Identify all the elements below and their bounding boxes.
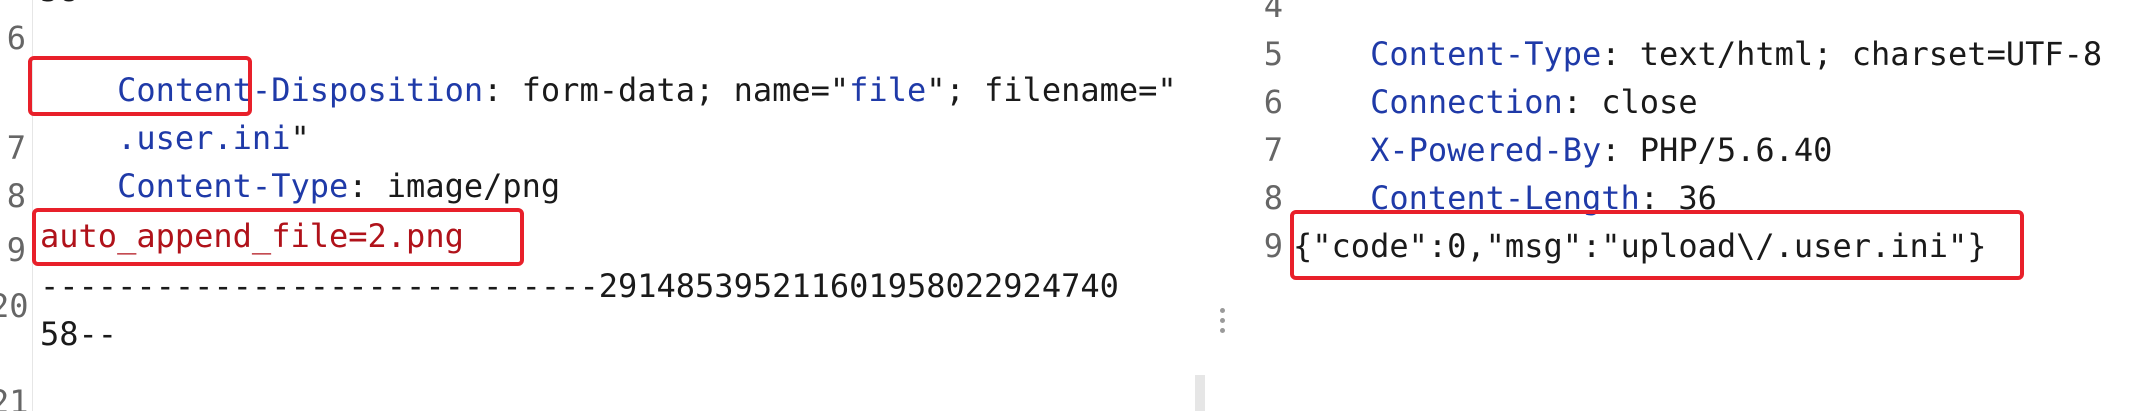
- request-editor-pane[interactable]: 6 7 8 9 20 21 58 Content-Disposition: fo…: [0, 0, 1205, 411]
- line-number-5: 5: [1263, 35, 1283, 73]
- field-name-value: file: [849, 71, 927, 109]
- line-number-8: 8: [1263, 179, 1283, 217]
- code-line-boundary: -----------------------------29148539521…: [40, 267, 1119, 305]
- line-number-7: 7: [1263, 131, 1283, 169]
- header-key: Content-Type: [117, 167, 349, 205]
- line-number-6: 6: [1263, 83, 1283, 121]
- code-line-partial: 58: [40, 0, 79, 14]
- filename-highlight-box: [28, 56, 252, 116]
- header-text: : form-data; name=": [483, 71, 850, 109]
- header-text: "; filename=": [926, 71, 1177, 109]
- splitter-grip-dot: [1220, 308, 1225, 313]
- line-number-9: 9: [6, 231, 26, 269]
- line-number-9: 9: [1263, 227, 1283, 265]
- splitter-grip-dot: [1220, 328, 1225, 333]
- splitter-grip-dot: [1220, 318, 1225, 323]
- pane-splitter[interactable]: [1205, 0, 1250, 411]
- line-number-20: 20: [0, 287, 29, 325]
- line-number-4: 4: [1263, 0, 1283, 25]
- response-viewer-pane[interactable]: 4 5 6 7 8 9 Content-Type: text/html; cha…: [1250, 0, 2148, 411]
- scrollbar-thumb[interactable]: [1195, 375, 1205, 411]
- header-value: : image/png: [348, 167, 561, 205]
- code-line-boundary-end: 58--: [40, 315, 118, 353]
- line-number-21: 21: [0, 383, 29, 411]
- payload-highlight-box: [32, 208, 524, 266]
- line-number-8: 8: [6, 177, 26, 215]
- response-body-highlight-box: [1290, 210, 2024, 280]
- line-number-6: 6: [6, 19, 26, 57]
- line-number-7: 7: [6, 129, 26, 167]
